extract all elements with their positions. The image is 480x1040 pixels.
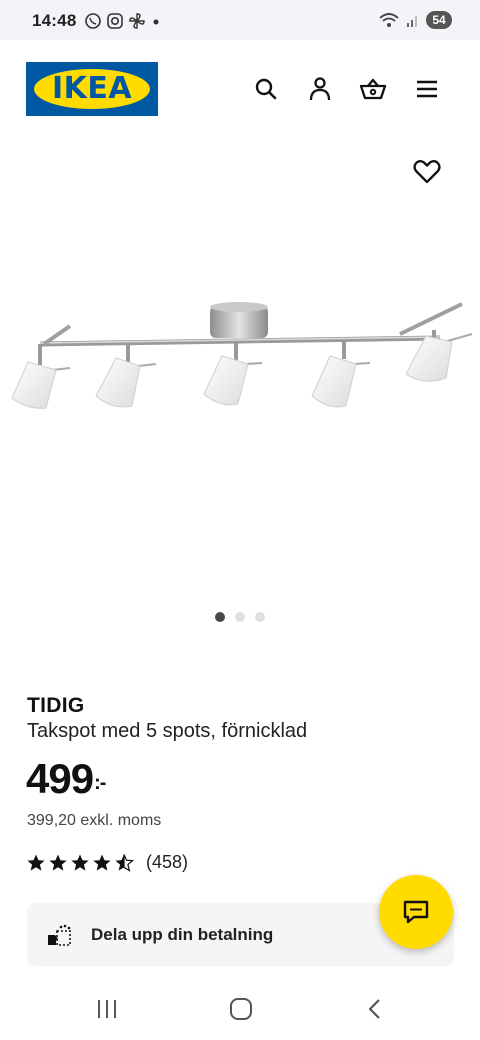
favourite-button[interactable]: [412, 156, 442, 186]
gallery-pagination: [0, 612, 480, 622]
site-header: IKEA: [0, 40, 480, 136]
rating-stars: [26, 853, 134, 873]
wifi-icon: [379, 13, 399, 27]
product-price: 499:-: [26, 755, 106, 803]
gallery-dot[interactable]: [255, 612, 265, 622]
product-rating[interactable]: (458): [26, 852, 188, 873]
ikea-logo[interactable]: IKEA: [26, 62, 158, 116]
star-icon: [93, 854, 111, 871]
back-button[interactable]: [355, 994, 395, 1024]
menu-button[interactable]: [413, 75, 441, 103]
heart-icon: [413, 160, 441, 184]
star-icon: [49, 854, 67, 871]
product-description: Takspot med 5 spots, förnicklad: [27, 720, 308, 742]
viber-icon: [85, 13, 101, 29]
back-icon: [368, 999, 380, 1019]
account-button[interactable]: [306, 75, 334, 103]
chat-icon: [403, 900, 429, 924]
status-time: 14:48: [32, 11, 77, 30]
recent-apps-button[interactable]: [87, 994, 127, 1024]
pinwheel-icon: [129, 13, 145, 29]
instagram-icon: [107, 13, 123, 29]
gallery-dot[interactable]: [235, 612, 245, 622]
home-button[interactable]: [221, 994, 261, 1024]
search-icon: [255, 78, 277, 100]
star-icon: [27, 854, 45, 871]
basket-button[interactable]: [359, 75, 387, 103]
battery-indicator: 54: [426, 11, 452, 29]
menu-icon: [417, 80, 437, 98]
ceiling-spotlight-image: [11, 302, 473, 409]
price-value: 499: [26, 755, 94, 802]
chat-button[interactable]: [379, 875, 453, 949]
rating-count: (458): [146, 852, 189, 872]
star-icon: [71, 854, 89, 871]
half-star-icon: [115, 853, 134, 872]
price-suffix: :-: [94, 772, 106, 794]
recent-apps-icon: [98, 1000, 116, 1018]
product-image[interactable]: [0, 230, 480, 480]
status-bar: 14:48 54: [0, 0, 480, 40]
home-icon: [230, 998, 252, 1020]
basket-icon: [359, 78, 387, 100]
product-name: TIDIG: [27, 694, 85, 717]
gallery-dot[interactable]: [215, 612, 225, 622]
account-icon: [309, 77, 331, 101]
logo-text: IKEA: [51, 71, 133, 106]
installment-icon: [48, 924, 71, 946]
search-button[interactable]: [252, 75, 280, 103]
split-payment-label: Dela upp din betalning: [91, 924, 274, 944]
notification-dot-icon: [153, 19, 159, 25]
system-nav-bar: [0, 980, 480, 1040]
price-ex-vat: 399,20 exkl. moms: [27, 812, 162, 829]
signal-icon: [407, 16, 417, 27]
notification-icons: [84, 12, 162, 30]
system-icons: 54: [378, 11, 452, 29]
